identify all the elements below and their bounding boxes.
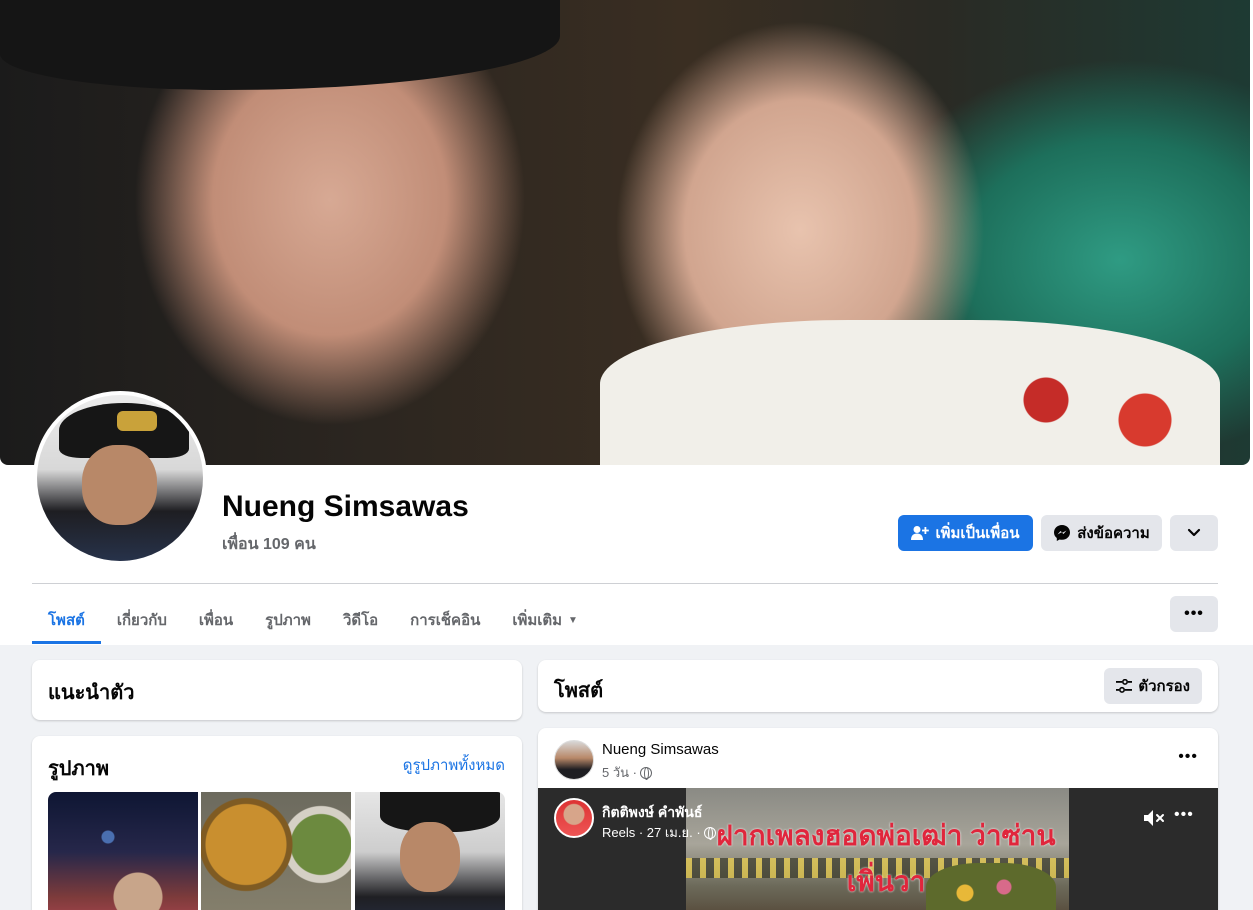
tab-checkins[interactable]: การเช็คอิน <box>394 596 496 644</box>
post-meta: 5 วัน · <box>602 762 652 783</box>
cover-photo[interactable] <box>0 0 1250 465</box>
chevron-down-icon <box>1187 528 1201 537</box>
messenger-icon <box>1054 525 1071 541</box>
intro-title: แนะนำตัว <box>48 682 135 704</box>
friends-count[interactable]: เพื่อน 109 คน <box>222 532 316 557</box>
post-author-avatar[interactable] <box>554 740 594 780</box>
post-more-button[interactable]: ••• <box>1178 748 1198 766</box>
mute-icon[interactable] <box>1142 808 1166 828</box>
message-button[interactable]: ส่งข้อความ <box>1041 515 1162 551</box>
see-all-photos-link[interactable]: ดูรูปภาพทั้งหมด <box>403 753 505 777</box>
photos-card: รูปภาพ ดูรูปภาพทั้งหมด <box>32 736 522 910</box>
more-icon: ••• <box>1178 748 1198 765</box>
reel-video[interactable]: ฝากเพลงฮอดพ่อเฒ่า ว่าซ่านเพิ่นวา กิตติพง… <box>538 788 1218 910</box>
photo-thumbnail[interactable] <box>48 792 198 910</box>
more-icon: ••• <box>1184 605 1204 622</box>
post-card: Nueng Simsawas 5 วัน · ••• ฝากเพลงฮอดพ่อ… <box>538 728 1218 910</box>
tab-about[interactable]: เกี่ยวกับ <box>101 596 183 644</box>
add-friend-icon <box>911 526 930 540</box>
post-author-name[interactable]: Nueng Simsawas <box>602 741 719 758</box>
tab-posts[interactable]: โพสต์ <box>32 596 101 644</box>
tab-more[interactable]: เพิ่มเติม ▼ <box>496 596 594 644</box>
tab-friends[interactable]: เพื่อน <box>183 596 249 644</box>
posts-title: โพสต์ <box>554 680 604 702</box>
reel-date: Reels · 27 เม.ย. · <box>602 825 701 840</box>
profile-header: Nueng Simsawas เพื่อน 109 คน เพิ่มเป็นเพ… <box>0 0 1253 645</box>
tabs-more-options-button[interactable]: ••• <box>1170 596 1218 632</box>
filter-button[interactable]: ตัวกรอง <box>1104 668 1202 704</box>
globe-icon <box>639 766 652 780</box>
globe-icon <box>703 826 716 840</box>
reel-caption: ฝากเพลงฮอดพ่อเฒ่า ว่าซ่านเพิ่นวา <box>716 820 1056 897</box>
profile-more-button[interactable] <box>1170 515 1218 551</box>
posts-header-card: โพสต์ ตัวกรอง <box>538 660 1218 712</box>
message-label: ส่งข้อความ <box>1077 525 1150 542</box>
photos-title: รูปภาพ <box>48 758 110 780</box>
reel-more-button[interactable]: ••• <box>1174 806 1194 824</box>
tab-photos[interactable]: รูปภาพ <box>249 596 327 644</box>
post-time[interactable]: 5 วัน · <box>602 762 637 783</box>
profile-tabs: โพสต์ เกี่ยวกับ เพื่อน รูปภาพ วิดีโอ การ… <box>32 596 594 644</box>
header-divider <box>32 583 1218 584</box>
filter-label: ตัวกรอง <box>1138 678 1190 695</box>
tab-videos[interactable]: วิดีโอ <box>327 596 394 644</box>
profile-name: Nueng Simsawas <box>222 490 469 523</box>
add-friend-button[interactable]: เพิ่มเป็นเพื่อน <box>898 515 1033 551</box>
reel-meta: Reels · 27 เม.ย. · <box>602 822 716 843</box>
reel-author-name[interactable]: กิตติพงษ์ คำพันธ์ <box>602 802 702 824</box>
filter-icon <box>1116 679 1133 693</box>
photo-thumbnail[interactable] <box>201 792 351 910</box>
caret-down-icon: ▼ <box>568 614 578 626</box>
reel-author-avatar[interactable] <box>554 798 594 838</box>
photo-thumbnail[interactable] <box>355 792 505 910</box>
more-icon: ••• <box>1174 806 1194 823</box>
profile-avatar[interactable] <box>33 391 207 565</box>
intro-card: แนะนำตัว <box>32 660 522 720</box>
add-friend-label: เพิ่มเป็นเพื่อน <box>935 525 1020 542</box>
